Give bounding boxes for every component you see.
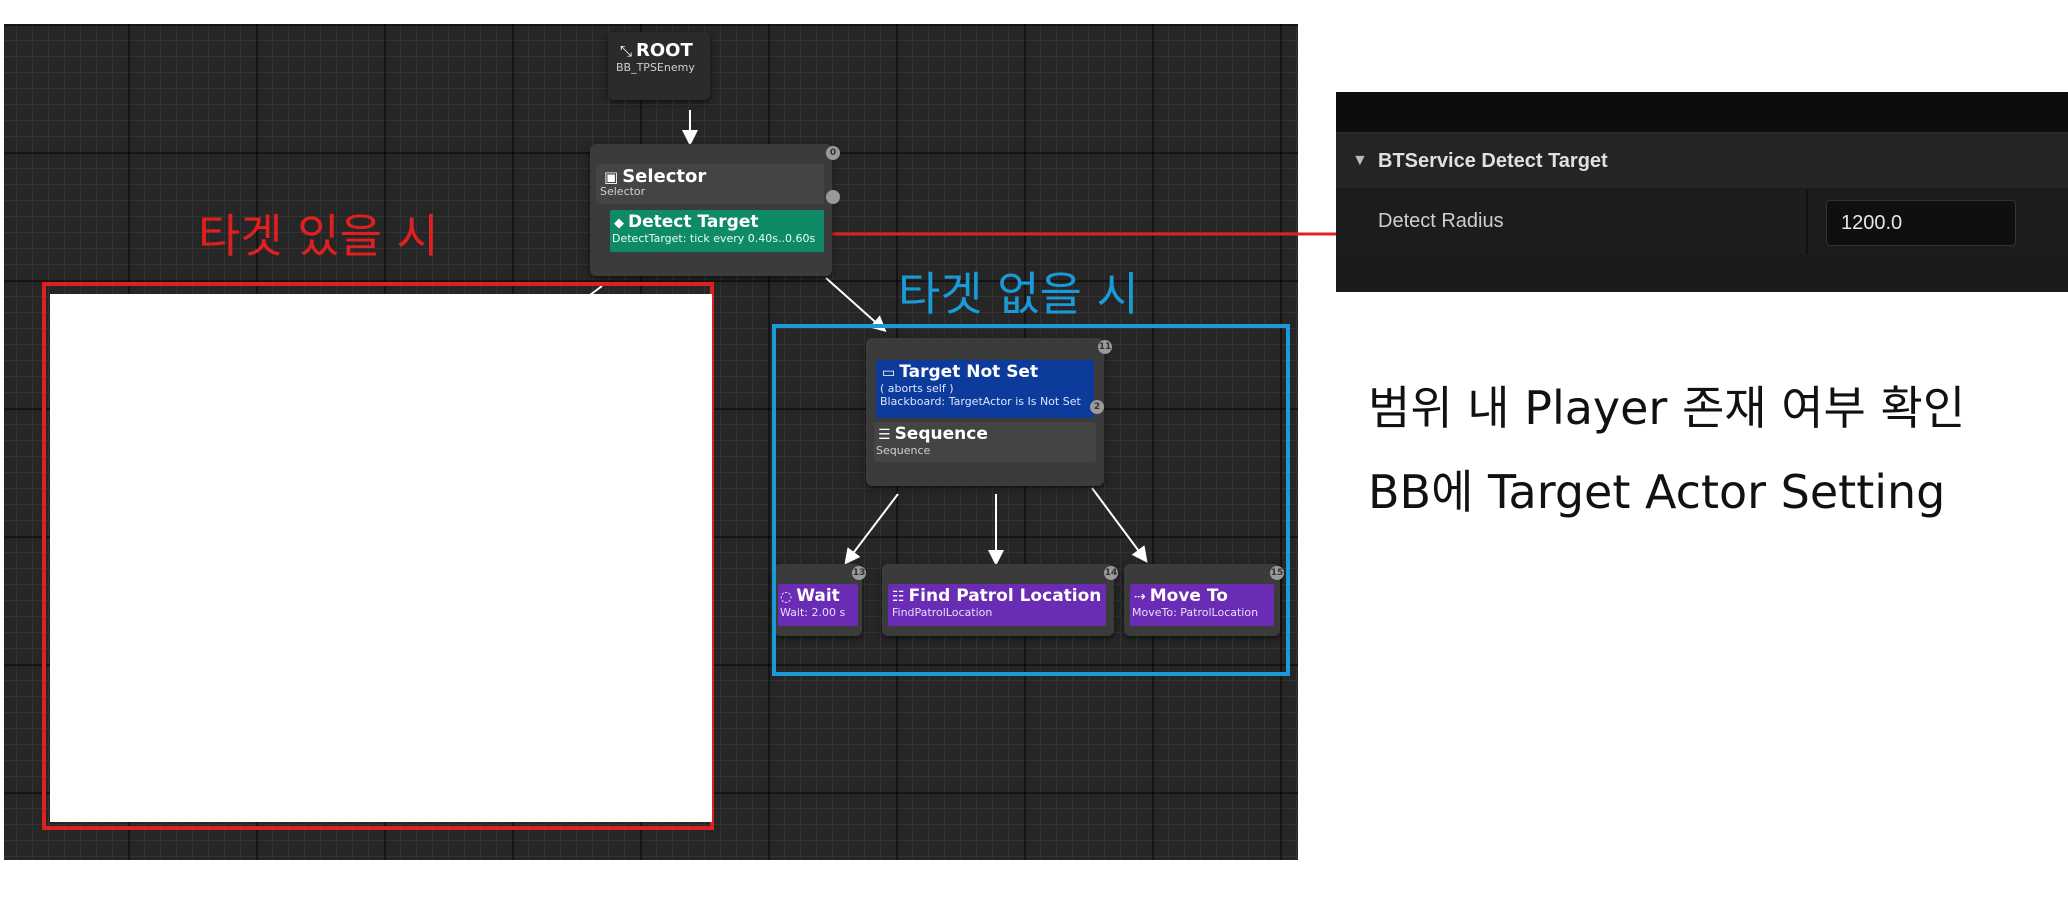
note-line-1: 범위 내 Player 존재 여부 확인 <box>1368 381 1966 435</box>
details-top-bar <box>1336 92 2068 132</box>
service-title: Detect Target <box>628 212 759 232</box>
root-subtitle: BB_TPSEnemy <box>616 61 695 74</box>
details-panel: ▼ BTService Detect Target Detect Radius … <box>1336 92 2068 292</box>
selector-subtitle: Selector <box>600 185 646 198</box>
selector-icon: ▣ <box>604 168 619 186</box>
details-row: Detect Radius 1200.0 <box>1336 190 2068 254</box>
collapse-arrow-icon[interactable]: ▼ <box>1352 152 1368 170</box>
root-icon: ⤡ <box>620 42 633 60</box>
white-cover <box>50 294 712 822</box>
detect-radius-value: 1200.0 <box>1841 212 1903 234</box>
selector-node[interactable]: 0 ▣ Selector Selector ◆ Detect Target Dete… <box>590 144 840 276</box>
detect-radius-input[interactable]: 1200.0 <box>1826 200 2016 246</box>
service-icon: ◆ <box>614 216 624 231</box>
with-target-label: 타겟 있을 시 <box>198 209 439 263</box>
details-section-header[interactable]: ▼ BTService Detect Target <box>1336 134 2068 188</box>
detect-target-service[interactable]: ◆ Detect Target DetectTarget: tick every … <box>610 210 824 252</box>
selector-output-pin <box>826 190 840 204</box>
service-subtitle: DetectTarget: tick every 0.40s..0.60s <box>612 232 816 245</box>
details-section-title: BTService Detect Target <box>1378 150 1608 172</box>
blue-annotation-box <box>772 324 1290 676</box>
without-target-label: 타겟 없을 시 <box>898 267 1139 321</box>
root-title: ROOT <box>636 40 693 61</box>
selector-title: Selector <box>622 166 707 187</box>
detect-radius-label: Detect Radius <box>1378 210 1504 232</box>
note-line-2: BB에 Target Actor Setting <box>1368 465 1946 519</box>
root-node[interactable]: ⤡ ROOT BB_TPSEnemy <box>608 32 710 100</box>
selector-index-pin: 0 <box>826 146 840 160</box>
